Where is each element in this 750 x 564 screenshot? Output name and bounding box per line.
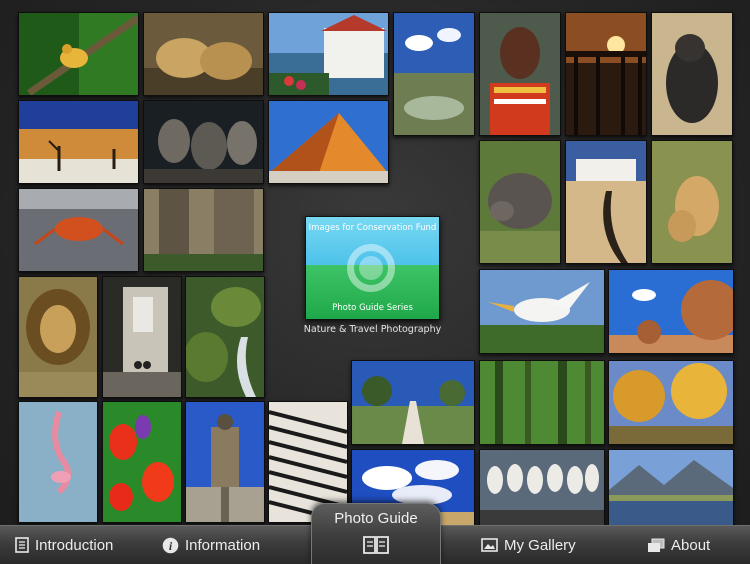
photo-pelican[interactable] [479,269,605,354]
photo-lion[interactable] [18,276,98,398]
about-label: About [671,536,711,554]
photo-guide-button[interactable]: Photo Guide [311,503,441,564]
photo-monument[interactable] [185,401,265,523]
photo-desert-trees[interactable] [18,100,139,184]
app-logo-card[interactable]: Images for Conservation Fund Photo Guide… [305,216,440,320]
photo-seaside-house[interactable] [268,12,389,96]
photo-flamingo[interactable] [18,401,98,523]
photo-waterfall[interactable] [185,276,265,398]
information-label: Information [185,536,261,554]
photo-boardwalk[interactable] [351,360,475,445]
my-gallery-label: My Gallery [504,536,576,554]
photo-forest-blur[interactable] [479,360,605,445]
photo-autumn-trees[interactable] [608,360,734,445]
photo-pier-sunset[interactable] [565,12,647,136]
photo-sand-dune[interactable] [268,100,389,184]
photo-guide-label: Photo Guide [334,510,418,527]
my-gallery-button[interactable]: My Gallery [481,526,576,564]
introduction-label: Introduction [35,536,114,554]
photo-mission-palm[interactable] [565,140,647,264]
document-icon [15,537,29,553]
photo-hippo[interactable] [479,140,561,264]
logo-dot-icon [359,256,383,280]
picture-icon [481,538,498,552]
logo-title: Images for Conservation Fund [308,223,437,233]
photo-mountain-lake[interactable] [608,449,734,527]
photo-boulder[interactable] [608,269,734,354]
photo-frog[interactable] [18,12,139,96]
logo-caption: Nature & Travel Photography [303,324,442,335]
photo-storks[interactable] [479,449,605,527]
photo-lioness[interactable] [651,140,733,264]
photo-wetland[interactable] [393,12,475,136]
info-icon: i [162,537,179,554]
photo-iguanas[interactable] [143,100,264,184]
about-button[interactable]: About [647,526,710,564]
photo-alley[interactable] [102,276,182,398]
photo-maasai-portrait[interactable] [479,12,561,136]
photo-sea-lion[interactable] [651,12,733,136]
information-button[interactable]: i Information [162,526,260,564]
introduction-button[interactable]: Introduction [15,526,113,564]
photo-tree-trunk[interactable] [143,188,264,272]
book-icon [363,534,389,559]
logo-subtitle: Photo Guide Series [332,303,413,313]
stack-icon [647,538,665,553]
photo-lions[interactable] [143,12,264,96]
photo-crab[interactable] [18,188,139,272]
photo-tulips[interactable] [102,401,182,523]
